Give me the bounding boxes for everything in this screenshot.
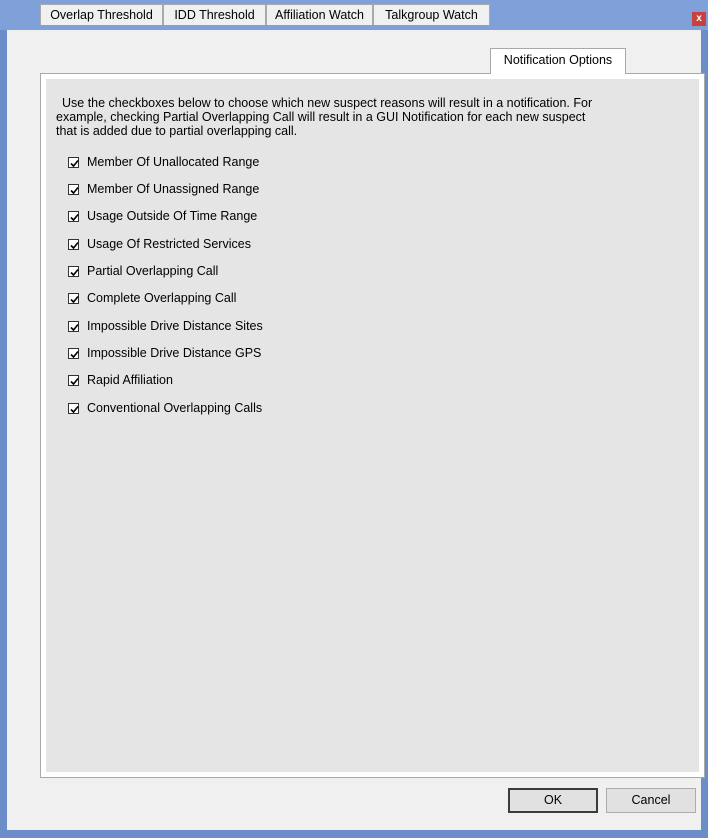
option-complete-overlapping-call[interactable]: Complete Overlapping Call — [68, 290, 236, 306]
tab-idd-threshold[interactable]: IDD Threshold — [163, 4, 266, 25]
tab-overlap-threshold[interactable]: Overlap Threshold — [40, 4, 163, 25]
option-label: Partial Overlapping Call — [87, 264, 219, 278]
description-line: example, checking Partial Overlapping Ca… — [56, 110, 586, 124]
option-member-of-unallocated-range[interactable]: Member Of Unallocated Range — [68, 154, 259, 170]
description-line: that is added due to partial overlapping… — [56, 124, 298, 138]
option-partial-overlapping-call[interactable]: Partial Overlapping Call — [68, 263, 218, 279]
checkbox[interactable] — [68, 347, 79, 359]
checkbox[interactable] — [68, 320, 79, 332]
tab-talkgroup-watch[interactable]: Talkgroup Watch — [373, 4, 490, 25]
option-label: Usage Outside Of Time Range — [87, 209, 258, 223]
checkbox[interactable] — [68, 238, 79, 250]
checkbox[interactable] — [68, 402, 79, 414]
description: Use the checkboxes below to choose which… — [56, 96, 662, 138]
tab-panel — [40, 73, 705, 778]
option-label: Member Of Unassigned Range — [87, 182, 260, 196]
checkbox[interactable] — [68, 183, 79, 195]
description-line: Use the checkboxes below to choose which… — [62, 96, 593, 110]
option-rapid-affiliation[interactable]: Rapid Affiliation — [68, 372, 173, 388]
option-usage-outside-of-time-range[interactable]: Usage Outside Of Time Range — [68, 208, 257, 224]
option-label: Impossible Drive Distance Sites — [87, 319, 263, 333]
checkbox[interactable] — [68, 292, 79, 304]
option-usage-of-restricted-services[interactable]: Usage Of Restricted Services — [68, 236, 251, 252]
option-label: Rapid Affiliation — [87, 373, 173, 387]
option-label: Usage Of Restricted Services — [87, 237, 251, 251]
checkbox[interactable] — [68, 374, 79, 386]
option-member-of-unassigned-range[interactable]: Member Of Unassigned Range — [68, 181, 259, 197]
cancel-button[interactable]: Cancel — [606, 788, 696, 813]
option-label: Complete Overlapping Call — [87, 291, 237, 305]
option-label: Impossible Drive Distance GPS — [87, 346, 262, 360]
option-label: Member Of Unallocated Range — [87, 155, 260, 169]
ok-button[interactable]: OK — [508, 788, 598, 813]
option-impossible-drive-distance-gps[interactable]: Impossible Drive Distance GPS — [68, 345, 261, 361]
option-label: Conventional Overlapping Calls — [87, 401, 263, 415]
checkbox[interactable] — [68, 210, 79, 222]
tab-notification-options[interactable]: Notification Options — [490, 48, 626, 74]
tab-affiliation-watch[interactable]: Affiliation Watch — [266, 4, 373, 25]
checkbox[interactable] — [68, 265, 79, 277]
option-conventional-overlapping-calls[interactable]: Conventional Overlapping Calls — [68, 400, 262, 416]
close-icon[interactable]: x — [692, 12, 706, 26]
option-impossible-drive-distance-sites[interactable]: Impossible Drive Distance Sites — [68, 318, 263, 334]
checkbox[interactable] — [68, 156, 79, 168]
